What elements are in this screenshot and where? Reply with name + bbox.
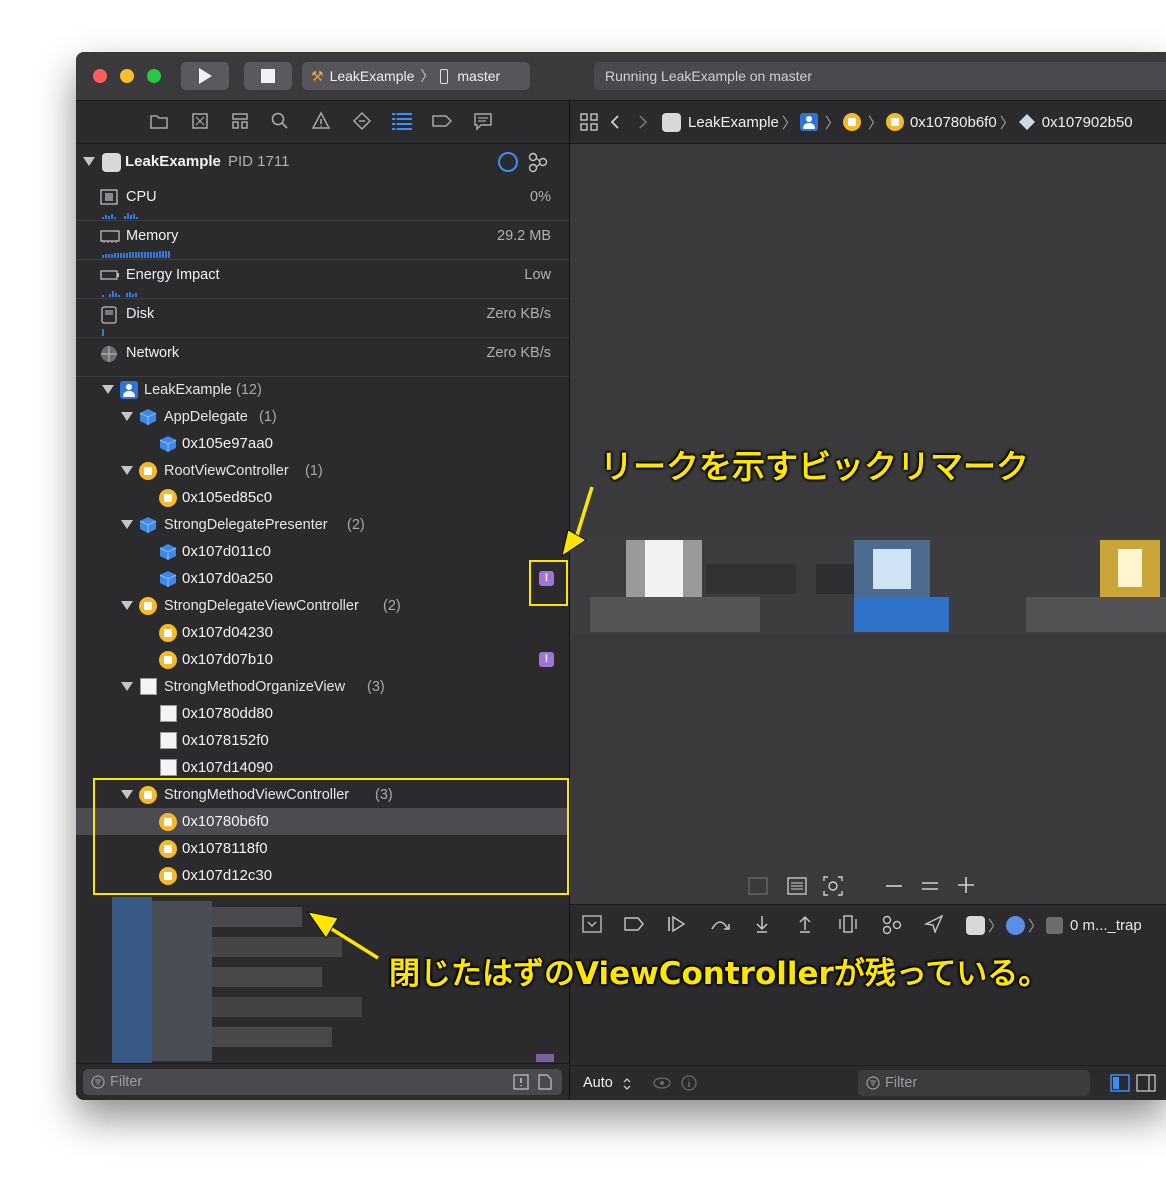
annotation-leak-mark: リークを示すビックリマーク — [600, 447, 1029, 486]
annotation-remaining-vc: 閉じたはずのViewControllerが残っている。 — [389, 956, 1050, 992]
annotation-arrows — [307, 486, 594, 960]
